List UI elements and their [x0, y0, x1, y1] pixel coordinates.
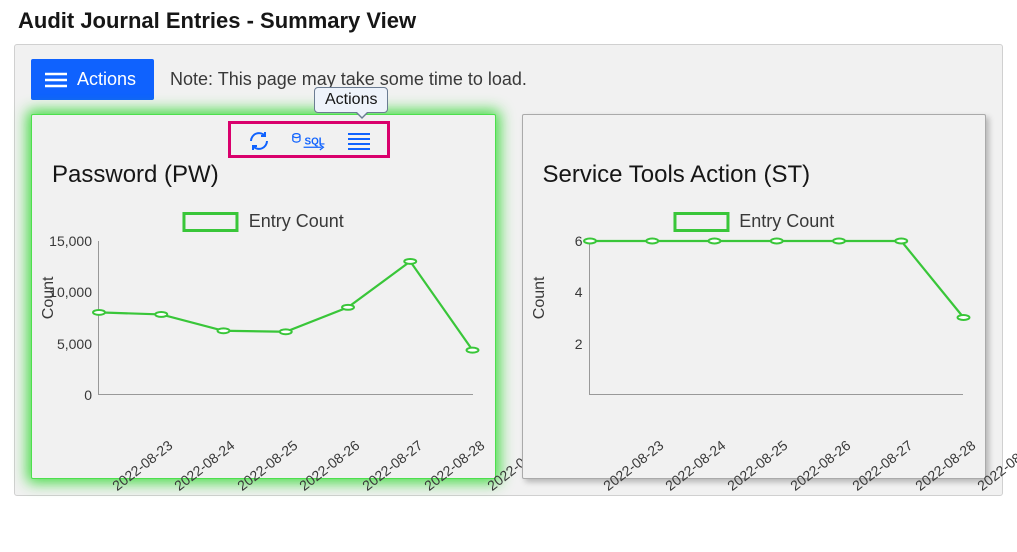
- y-tick: 0: [46, 387, 92, 403]
- page-title: Audit Journal Entries - Summary View: [0, 0, 1017, 44]
- data-point[interactable]: [957, 315, 969, 320]
- data-point[interactable]: [770, 239, 782, 244]
- data-point[interactable]: [93, 310, 105, 315]
- data-point[interactable]: [708, 239, 720, 244]
- x-tick: 2022-08-25: [234, 437, 300, 494]
- legend-label: Entry Count: [249, 211, 344, 232]
- y-tick: 5,000: [46, 336, 92, 352]
- chart-servicetools: Entry Count Count 246 2022-08-232022-08-…: [537, 197, 972, 467]
- sql-icon[interactable]: SQL: [291, 128, 327, 154]
- cards-row: Actions SQL Password (PW) Entry Count Co: [31, 114, 986, 479]
- card-toolbar: SQL: [228, 121, 390, 158]
- card-password[interactable]: Actions SQL Password (PW) Entry Count Co: [31, 114, 496, 479]
- x-tick: 2022-08-23: [109, 437, 175, 494]
- legend: Entry Count: [673, 211, 834, 232]
- data-point[interactable]: [467, 348, 479, 353]
- x-tick: 2022-08-28: [912, 437, 978, 494]
- x-tick: 2022-08-24: [662, 437, 728, 494]
- x-tick: 2022-08-27: [359, 437, 425, 494]
- card-service-tools[interactable]: Service Tools Action (ST) Entry Count Co…: [522, 114, 987, 479]
- toolbar: Actions Note: This page may take some ti…: [31, 59, 986, 100]
- y-tick: 15,000: [46, 233, 92, 249]
- actions-tooltip: Actions: [314, 87, 388, 113]
- chart-password: Entry Count Count 05,00010,00015,000 202…: [46, 197, 481, 467]
- legend-swatch: [673, 212, 729, 232]
- legend-label: Entry Count: [739, 211, 834, 232]
- y-tick: 10,000: [46, 284, 92, 300]
- x-tick: 2022-08-28: [421, 437, 487, 494]
- actions-button-label: Actions: [77, 69, 136, 90]
- x-tick: 2022-08-25: [725, 437, 791, 494]
- card-title-password: Password (PW): [46, 161, 481, 189]
- data-point[interactable]: [280, 329, 292, 334]
- content-panel: Actions Note: This page may take some ti…: [14, 44, 1003, 496]
- y-tick: 2: [537, 336, 583, 352]
- x-tick: 2022-08-27: [849, 437, 915, 494]
- data-point[interactable]: [895, 239, 907, 244]
- y-tick: 4: [537, 284, 583, 300]
- legend: Entry Count: [183, 211, 344, 232]
- chart-line: [99, 241, 473, 394]
- x-tick: 2022-08-29: [974, 437, 1017, 494]
- x-tick: 2022-08-23: [600, 437, 666, 494]
- x-tick: 2022-08-24: [172, 437, 238, 494]
- refresh-icon[interactable]: [241, 128, 277, 154]
- actions-lines-icon[interactable]: [341, 128, 377, 154]
- data-point[interactable]: [584, 239, 596, 244]
- hamburger-icon: [45, 72, 67, 88]
- data-point[interactable]: [833, 239, 845, 244]
- y-tick: 6: [537, 233, 583, 249]
- data-point[interactable]: [646, 239, 658, 244]
- data-point[interactable]: [404, 259, 416, 264]
- card-title-servicetools: Service Tools Action (ST): [537, 161, 972, 189]
- chart-line: [590, 241, 964, 394]
- data-point[interactable]: [342, 305, 354, 310]
- x-tick: 2022-08-26: [296, 437, 362, 494]
- data-point[interactable]: [218, 328, 230, 333]
- data-point[interactable]: [155, 312, 167, 317]
- legend-swatch: [183, 212, 239, 232]
- x-tick: 2022-08-26: [787, 437, 853, 494]
- actions-button[interactable]: Actions: [31, 59, 154, 100]
